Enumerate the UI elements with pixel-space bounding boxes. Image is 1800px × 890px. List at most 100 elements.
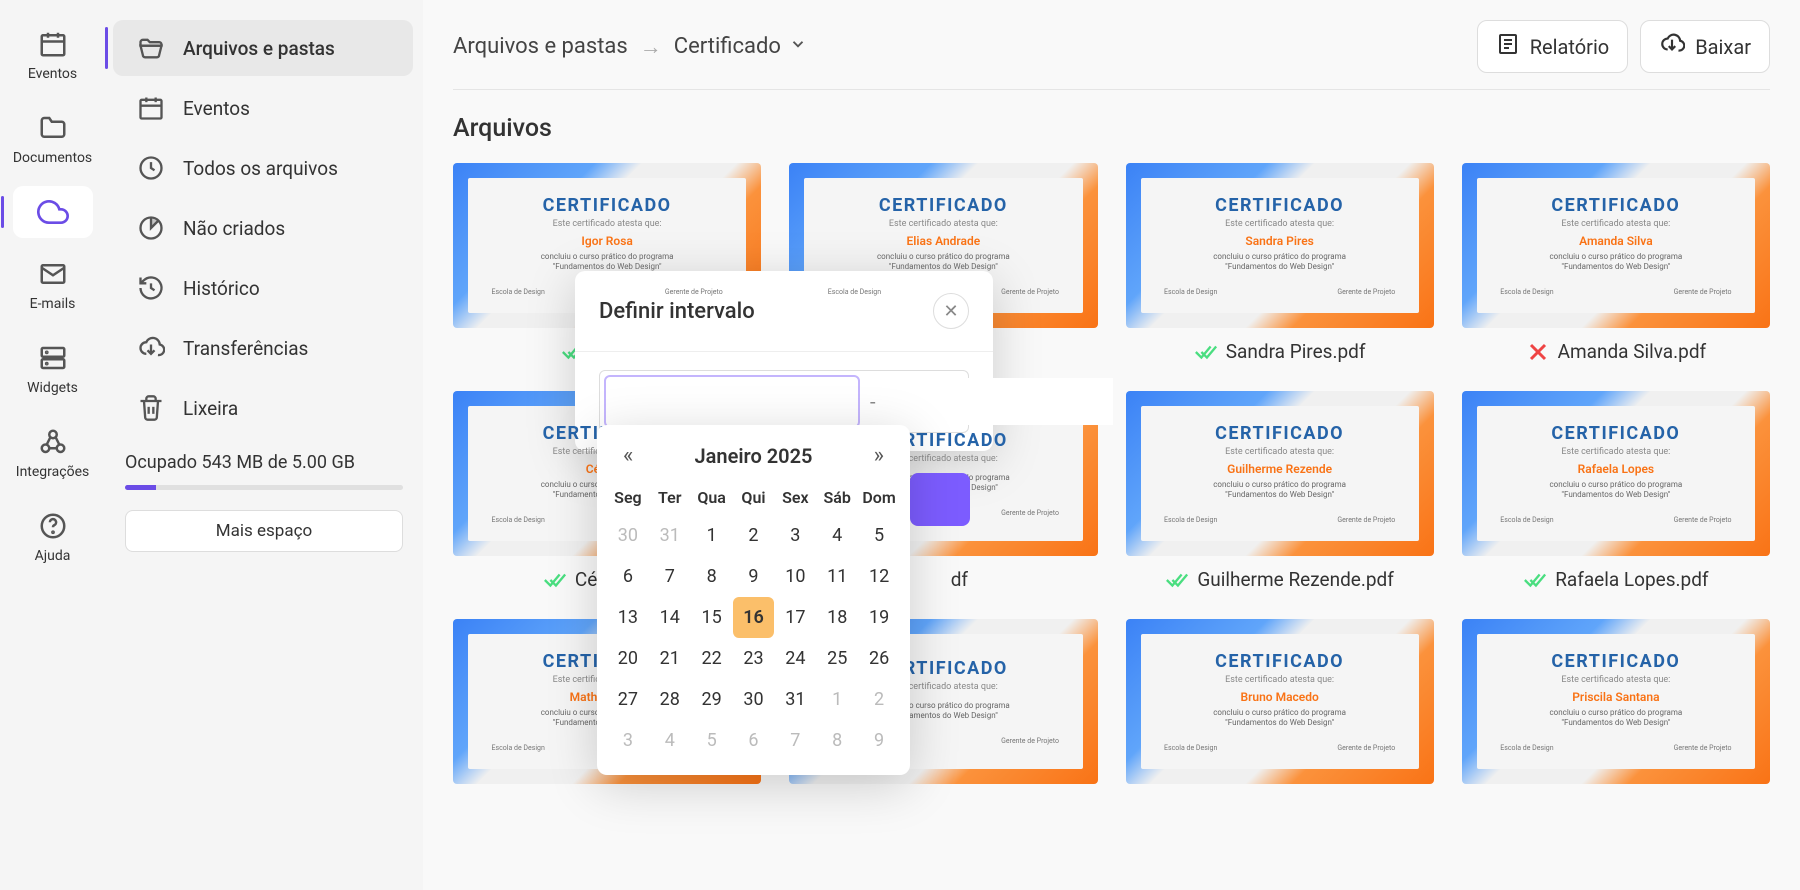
cert-footer: Escola de DesignGerente de Projeto <box>1500 744 1731 752</box>
nav-item-calendar[interactable]: Eventos <box>113 80 413 136</box>
calendar-day[interactable]: 6 <box>607 556 649 597</box>
more-space-button[interactable]: Mais espaço <box>125 510 403 552</box>
cert-subtitle: Este certificado atesta que: <box>1561 447 1670 457</box>
calendar-day[interactable]: 6 <box>733 720 775 761</box>
calendar-day[interactable]: 3 <box>607 720 649 761</box>
certificate-thumbnail: CERTIFICADO Este certificado atesta que:… <box>1462 391 1770 556</box>
apply-button-partial[interactable] <box>910 473 970 526</box>
file-name: Amanda Silva.pdf <box>1558 340 1707 363</box>
nav-item-pie[interactable]: Não criados <box>113 200 413 256</box>
calendar-day[interactable]: 27 <box>607 679 649 720</box>
rail-item-mail[interactable]: E-mails <box>13 248 93 322</box>
calendar-day[interactable]: 1 <box>816 679 858 720</box>
calendar-day[interactable]: 30 <box>607 515 649 556</box>
chevron-down-icon <box>789 34 807 59</box>
calendar-day[interactable]: 12 <box>858 556 900 597</box>
rail-item-calendar[interactable]: Eventos <box>13 18 93 92</box>
calendar-day[interactable]: 11 <box>816 556 858 597</box>
calendar-prev-button[interactable]: « <box>615 443 641 468</box>
file-card[interactable]: CERTIFICADO Este certificado atesta que:… <box>1462 391 1770 591</box>
calendar-day[interactable]: 3 <box>774 515 816 556</box>
calendar-day[interactable]: 18 <box>816 597 858 638</box>
calendar-grid: SegTerQuaQuiSexSábDom3031123456789101112… <box>607 480 900 761</box>
nav-item-trash[interactable]: Lixeira <box>113 380 413 436</box>
cert-recipient: Guilherme Rezende <box>1227 462 1332 476</box>
calendar-day[interactable]: 13 <box>607 597 649 638</box>
section-title: Arquivos <box>423 90 1800 163</box>
nav-item-history[interactable]: Histórico <box>113 260 413 316</box>
calendar-day[interactable]: 31 <box>774 679 816 720</box>
check-icon <box>543 569 567 591</box>
folder-open-icon <box>137 34 165 62</box>
close-icon: ✕ <box>943 301 958 322</box>
calendar-day[interactable]: 7 <box>649 556 691 597</box>
close-button[interactable]: ✕ <box>933 293 969 329</box>
calendar-day[interactable]: 9 <box>858 720 900 761</box>
calendar-day[interactable]: 17 <box>774 597 816 638</box>
calendar-day[interactable]: 19 <box>858 597 900 638</box>
calendar-day[interactable]: 24 <box>774 638 816 679</box>
calendar-day[interactable]: 28 <box>649 679 691 720</box>
calendar-day[interactable]: 2 <box>733 515 775 556</box>
calendar-day[interactable]: 5 <box>858 515 900 556</box>
calendar-day[interactable]: 8 <box>816 720 858 761</box>
check-icon <box>1165 569 1189 591</box>
file-card[interactable]: CERTIFICADO Este certificado atesta que:… <box>1462 163 1770 363</box>
download-button[interactable]: Baixar <box>1640 20 1770 73</box>
calendar-day[interactable]: 25 <box>816 638 858 679</box>
calendar-day[interactable]: 31 <box>649 515 691 556</box>
file-name-row: Rafaela Lopes.pdf <box>1523 568 1708 591</box>
date-to-input[interactable] <box>886 378 1113 425</box>
calendar-day[interactable]: 4 <box>816 515 858 556</box>
cert-body: concluiu o curso prático do programa"Fun… <box>1213 252 1346 273</box>
calendar-day[interactable]: 14 <box>649 597 691 638</box>
calendar-day[interactable]: 1 <box>691 515 733 556</box>
calendar-day[interactable]: 21 <box>649 638 691 679</box>
calendar-next-button[interactable]: » <box>866 443 892 468</box>
cert-footer: Escola de DesignGerente de Projeto <box>1164 516 1395 524</box>
calendar-header: « Janeiro 2025 » <box>607 437 900 480</box>
calendar-day[interactable]: 23 <box>733 638 775 679</box>
nav-item-clock[interactable]: Todos os arquivos <box>113 140 413 196</box>
webhook-icon <box>37 426 69 458</box>
calendar-day[interactable]: 26 <box>858 638 900 679</box>
rail-item-server[interactable]: Widgets <box>13 332 93 406</box>
calendar-day[interactable]: 15 <box>691 597 733 638</box>
calendar-day[interactable]: 30 <box>733 679 775 720</box>
calendar-day[interactable]: 20 <box>607 638 649 679</box>
calendar-day[interactable]: 29 <box>691 679 733 720</box>
date-from-input[interactable] <box>604 375 860 428</box>
nav-item-download-cloud[interactable]: Transferências <box>113 320 413 376</box>
rail-item-folder[interactable]: Documentos <box>13 102 93 176</box>
calendar-dow: Seg <box>607 480 649 515</box>
calendar-day[interactable]: 8 <box>691 556 733 597</box>
breadcrumb: Arquivos e pastas → Certificado <box>453 34 807 60</box>
file-name: df <box>951 568 968 591</box>
calendar-day[interactable]: 7 <box>774 720 816 761</box>
rail-item-help[interactable]: Ajuda <box>13 500 93 574</box>
breadcrumb-root[interactable]: Arquivos e pastas <box>453 34 628 59</box>
rail-item-cloud[interactable] <box>13 186 93 238</box>
top-bar: Arquivos e pastas → Certificado Relatóri… <box>423 0 1800 89</box>
calendar-day[interactable]: 2 <box>858 679 900 720</box>
calendar-day[interactable]: 5 <box>691 720 733 761</box>
cert-title: CERTIFICADO <box>543 195 672 216</box>
file-card[interactable]: CERTIFICADO Este certificado atesta que:… <box>1462 619 1770 784</box>
cert-title: CERTIFICADO <box>1551 651 1680 672</box>
file-card[interactable]: CERTIFICADO Este certificado atesta que:… <box>1126 391 1434 591</box>
calendar-day[interactable]: 16 <box>733 597 775 638</box>
certificate-thumbnail: CERTIFICADO Este certificado atesta que:… <box>1462 619 1770 784</box>
calendar-day[interactable]: 10 <box>774 556 816 597</box>
modal-header: Definir intervalo ✕ <box>575 271 993 351</box>
calendar-day[interactable]: 9 <box>733 556 775 597</box>
report-button[interactable]: Relatório <box>1477 20 1628 73</box>
cert-recipient: Sandra Pires <box>1245 234 1313 248</box>
file-card[interactable]: CERTIFICADO Este certificado atesta que:… <box>1126 163 1434 363</box>
breadcrumb-current[interactable]: Certificado <box>674 34 807 59</box>
rail-item-webhook[interactable]: Integrações <box>13 416 93 490</box>
calendar-day[interactable]: 22 <box>691 638 733 679</box>
calendar-day[interactable]: 4 <box>649 720 691 761</box>
nav-item-folder-open[interactable]: Arquivos e pastas <box>113 20 413 76</box>
file-card[interactable]: CERTIFICADO Este certificado atesta que:… <box>1126 619 1434 784</box>
cert-title: CERTIFICADO <box>1215 195 1344 216</box>
